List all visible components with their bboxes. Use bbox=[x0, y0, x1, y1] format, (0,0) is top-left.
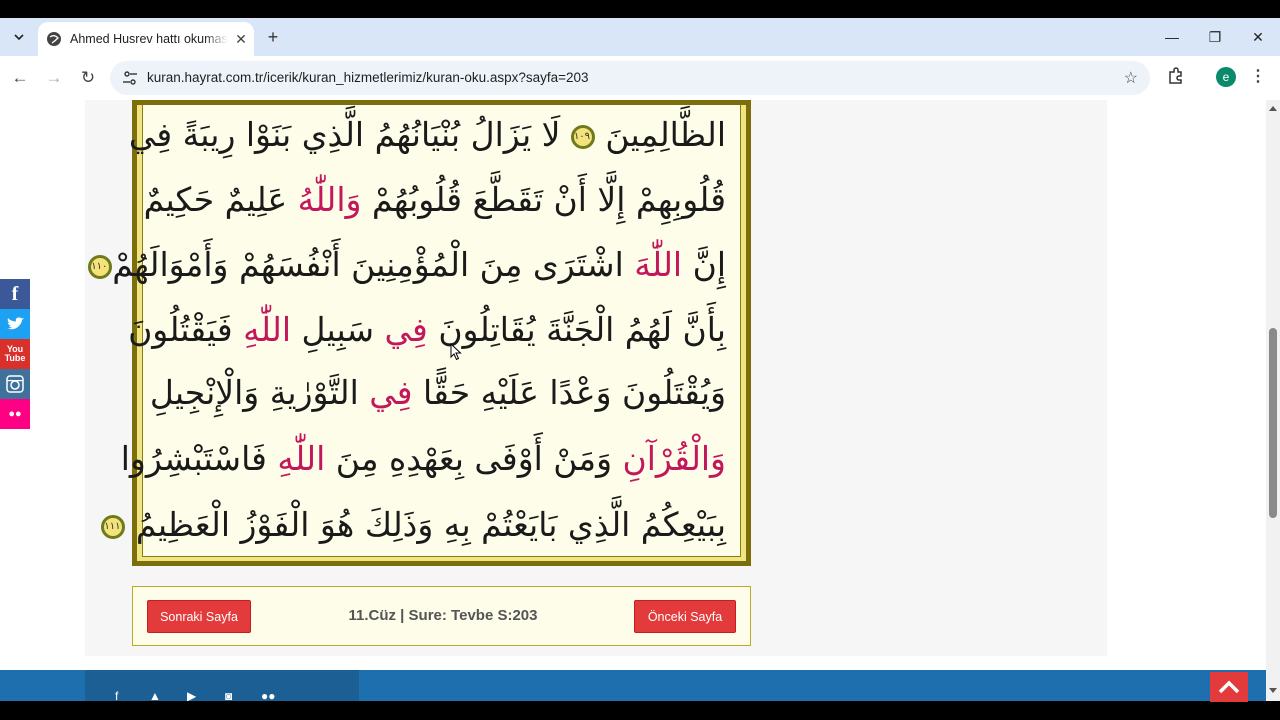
quran-page-frame: الظَّالِمِينَ ١٠٩ لَا يَزَالُ بُنْيَانُه… bbox=[88, 100, 751, 566]
new-tab-button[interactable]: + bbox=[262, 26, 284, 48]
browser-chrome: Ahmed Husrev hattı okuması çe ✕ + — ❐ ✕ … bbox=[0, 18, 1280, 100]
forward-arrow-icon[interactable]: → bbox=[42, 66, 66, 90]
reload-icon[interactable]: ↻ bbox=[76, 66, 100, 90]
ayah-number-marker: ١١١ bbox=[101, 515, 126, 539]
ayah-number-marker: ١٠٩ bbox=[570, 125, 595, 149]
ayah-number-marker: ١١٠ bbox=[88, 255, 113, 279]
highlighted-word: اللّٰهَ bbox=[634, 245, 683, 284]
footer-social-bar: f ▲ ▶ ◙ ●● bbox=[85, 670, 359, 701]
quran-line-5: وَيُقْتَلُونَ وَعْدًا عَلَيْهِ حَقًّا فِ… bbox=[150, 363, 726, 423]
tab-search-icon[interactable] bbox=[8, 26, 30, 48]
verse-text: وَيُقْتَلُونَ وَعْدًا عَلَيْهِ حَقًّا bbox=[412, 373, 726, 412]
verse-text: الظَّالِمِينَ bbox=[594, 115, 726, 154]
quran-line-3: إِنَّ اللّٰهَ اشْتَرَى مِنَ الْمُؤْمِنِي… bbox=[88, 235, 726, 295]
site-footer: f ▲ ▶ ◙ ●● bbox=[0, 670, 1266, 701]
verse-text: وَمَنْ أَوْفَى بِعَهْدِهِ مِنَ bbox=[325, 439, 623, 478]
highlighted-word: وَاللّٰهُ bbox=[297, 180, 362, 219]
footer-twitter-icon[interactable]: ▲ bbox=[149, 689, 161, 701]
flickr-icon[interactable]: ●● bbox=[0, 399, 30, 429]
quran-line-6: وَالْقُرْآنِ وَمَنْ أَوْفَى بِعَهْدِهِ م… bbox=[121, 429, 726, 489]
tab-strip: Ahmed Husrev hattı okuması çe ✕ + — ❐ ✕ bbox=[0, 18, 1280, 56]
highlighted-word: وَالْقُرْآنِ bbox=[622, 439, 726, 478]
scroll-down-arrow-icon[interactable] bbox=[1269, 688, 1277, 693]
quran-page-text: الظَّالِمِينَ ١٠٩ لَا يَزَالُ بُنْيَانُه… bbox=[88, 105, 741, 557]
page-navigation: Sonraki Sayfa 11.Cüz | Sure: Tevbe S:203… bbox=[132, 586, 751, 646]
next-page-button[interactable]: Sonraki Sayfa bbox=[147, 600, 251, 633]
youtube-icon[interactable]: You Tube bbox=[0, 339, 30, 369]
verse-text: بِبَيْعِكُمُ الَّذِي بَايَعْتُمْ بِهِ وَ… bbox=[125, 505, 726, 544]
highlighted-word: فِي bbox=[384, 310, 428, 349]
extensions-icon[interactable] bbox=[1166, 66, 1186, 86]
browser-toolbar: ← → ↻ kuran.hayrat.com.tr/icerik/kuran_h… bbox=[0, 56, 1280, 100]
url-text: kuran.hayrat.com.tr/icerik/kuran_hizmetl… bbox=[147, 70, 589, 85]
page-info: 11.Cüz | Sure: Tevbe S:203 bbox=[348, 607, 538, 624]
verse-text: اشْتَرَى مِنَ الْمُؤْمِنِينَ أَنْفُسَهُم… bbox=[112, 245, 635, 284]
verse-text: فَيَقْتُلُونَ bbox=[128, 310, 244, 349]
highlighted-word: فِي bbox=[369, 373, 413, 412]
menu-kebab-icon[interactable]: ⋮ bbox=[1250, 66, 1266, 90]
page-content: الظَّالِمِينَ ١٠٩ لَا يَزَالُ بُنْيَانُه… bbox=[0, 100, 1266, 701]
verse-text: فَاسْتَبْشِرُوا bbox=[120, 439, 278, 478]
verse-text: قُلُوبِهِمْ إِلَّا أَنْ تَقَطَّعَ قُلُوب… bbox=[361, 180, 726, 219]
quran-line-4: بِأَنَّ لَهُمُ الْجَنَّةَ يُقَاتِلُونَ ف… bbox=[128, 300, 726, 360]
footer-flickr-icon[interactable]: ●● bbox=[261, 689, 276, 701]
quran-line-1: الظَّالِمِينَ ١٠٩ لَا يَزَالُ بُنْيَانُه… bbox=[129, 105, 726, 165]
restore-button[interactable]: ❐ bbox=[1195, 24, 1235, 50]
verse-text: لَا يَزَالُ بُنْيَانُهُمُ الَّذِي بَنَوْ… bbox=[128, 115, 571, 154]
footer-facebook-icon[interactable]: f bbox=[115, 689, 118, 701]
previous-page-button[interactable]: Önceki Sayfa bbox=[634, 600, 736, 633]
highlighted-word: اللّٰهِ bbox=[243, 310, 291, 349]
twitter-icon[interactable] bbox=[0, 309, 30, 339]
facebook-icon[interactable]: f bbox=[0, 279, 30, 309]
window-close-button[interactable]: ✕ bbox=[1238, 24, 1278, 50]
globe-icon bbox=[47, 32, 61, 46]
back-arrow-icon[interactable]: ← bbox=[8, 66, 32, 90]
scroll-thumb[interactable] bbox=[1269, 328, 1277, 518]
profile-avatar[interactable]: e bbox=[1216, 67, 1236, 87]
verse-text: إِنَّ bbox=[682, 245, 726, 284]
site-info-icon[interactable] bbox=[122, 70, 138, 86]
scroll-up-arrow-icon[interactable] bbox=[1269, 106, 1277, 111]
footer-youtube-icon[interactable]: ▶ bbox=[187, 689, 196, 701]
tab-close-icon[interactable]: ✕ bbox=[232, 31, 250, 48]
quran-line-2: قُلُوبِهِمْ إِلَّا أَنْ تَقَطَّعَ قُلُوب… bbox=[144, 170, 726, 230]
mouse-cursor-icon bbox=[450, 343, 462, 361]
verse-text: سَبِيلِ bbox=[291, 310, 385, 349]
verse-text: عَلِيمٌ حَكِيمٌ bbox=[143, 180, 298, 219]
bookmark-star-icon[interactable]: ☆ bbox=[1124, 68, 1138, 88]
scroll-to-top-button[interactable] bbox=[1210, 672, 1248, 702]
tab-active[interactable]: Ahmed Husrev hattı okuması çe ✕ bbox=[38, 22, 254, 56]
page-scrollbar[interactable] bbox=[1266, 100, 1280, 701]
instagram-icon[interactable] bbox=[0, 369, 30, 399]
quran-line-7: بِبَيْعِكُمُ الَّذِي بَايَعْتُمْ بِهِ وَ… bbox=[101, 495, 726, 555]
tab-title: Ahmed Husrev hattı okuması çe bbox=[70, 32, 228, 46]
highlighted-word: اللّٰهِ bbox=[277, 439, 326, 478]
verse-text: التَّوْرٰيةِ وَالْإِنْجِيلِ bbox=[149, 373, 370, 412]
verse-text: بِأَنَّ لَهُمُ الْجَنَّةَ يُقَاتِلُونَ bbox=[427, 310, 726, 349]
footer-instagram-icon[interactable]: ◙ bbox=[225, 689, 232, 701]
address-bar[interactable]: kuran.hayrat.com.tr/icerik/kuran_hizmetl… bbox=[110, 61, 1150, 95]
minimize-button[interactable]: — bbox=[1152, 24, 1192, 50]
